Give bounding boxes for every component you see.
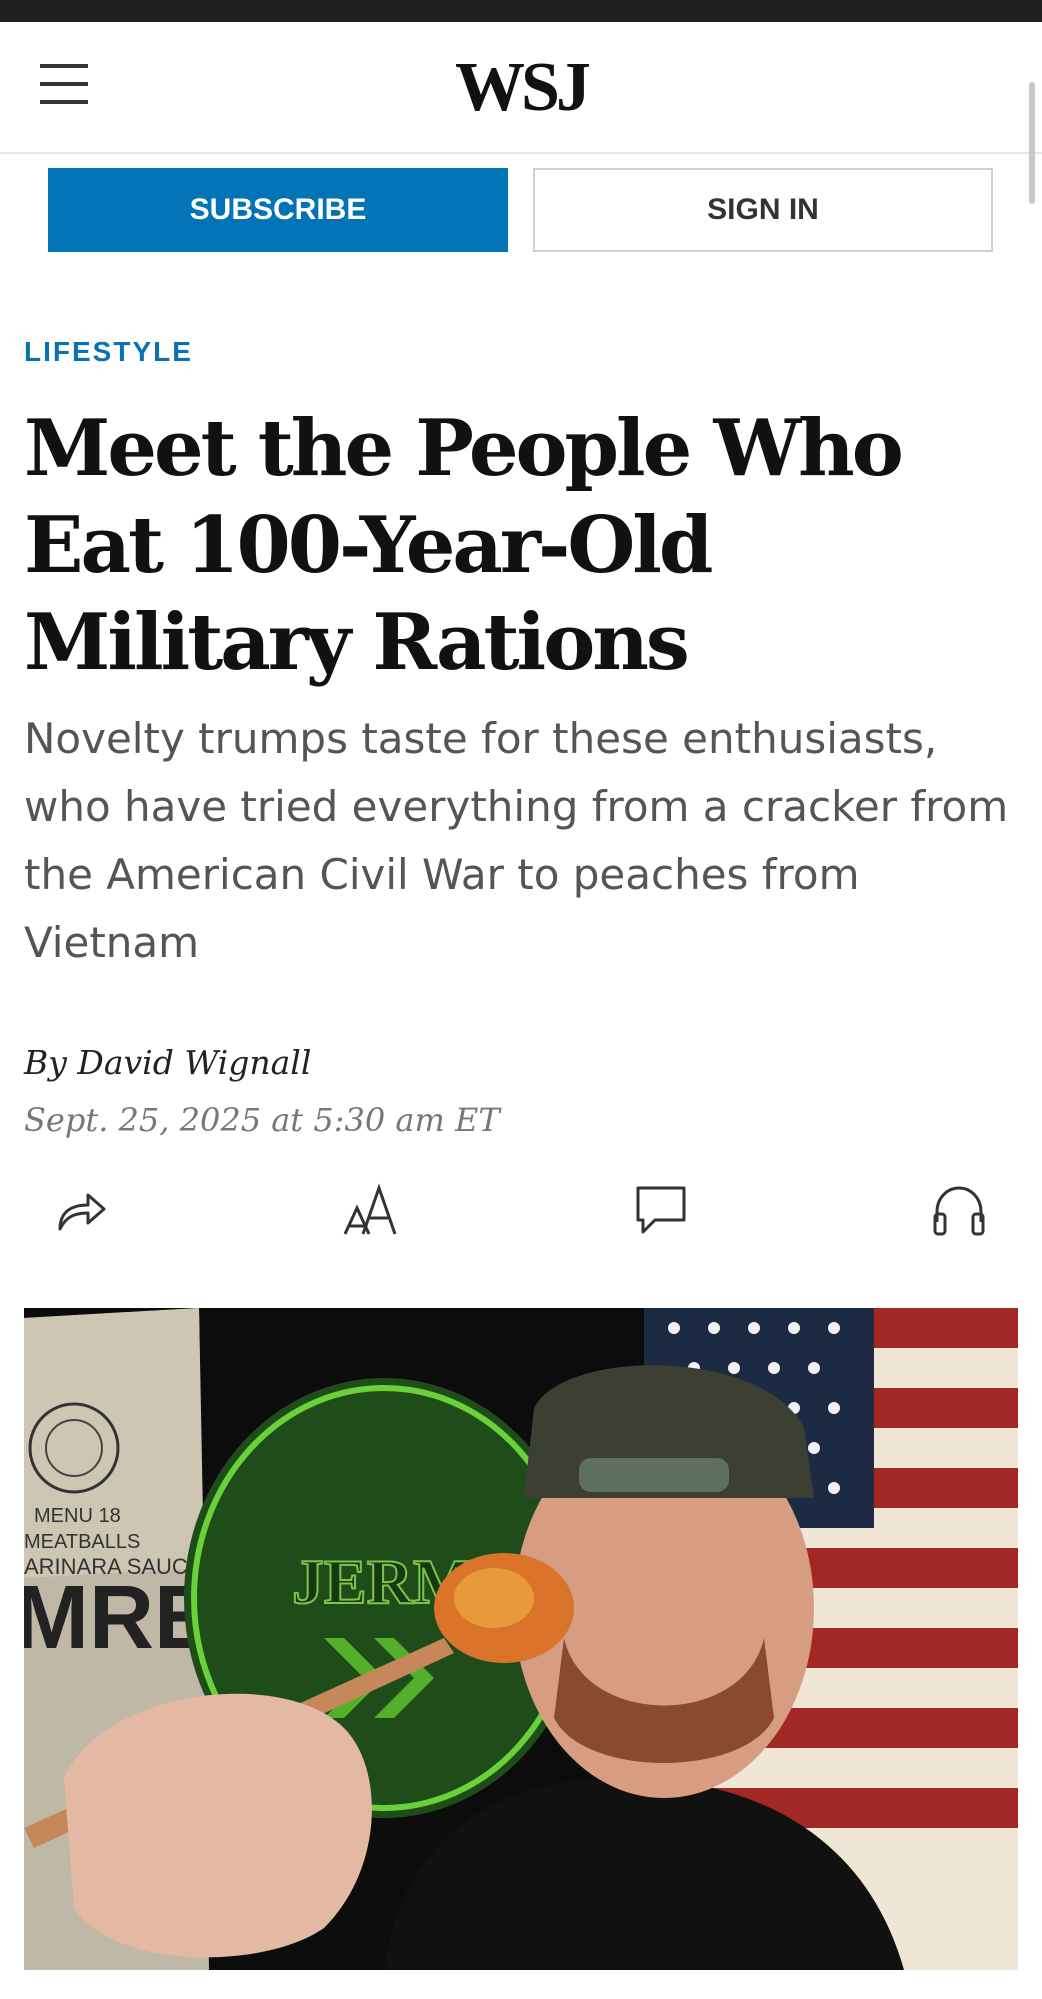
- article-hero-image[interactable]: MENU 18 MEATBALLS ARINARA SAUCE MRE JERM…: [24, 1308, 1018, 1970]
- top-stripe: [0, 0, 1042, 22]
- text-size-icon[interactable]: [336, 1175, 406, 1245]
- article-byline[interactable]: By David Wignall: [24, 1043, 311, 1082]
- package-item-text: MEATBALLS: [24, 1531, 140, 1553]
- comment-icon[interactable]: [626, 1175, 696, 1245]
- scrollbar-thumb[interactable]: [1029, 82, 1035, 204]
- section-label[interactable]: LIFESTYLE: [24, 336, 193, 368]
- package-menu-text: MENU 18: [34, 1505, 121, 1527]
- headphones-icon[interactable]: [924, 1175, 994, 1245]
- article-headline: Meet the People Who Eat 100-Year-Old Mil…: [24, 403, 904, 688]
- sign-in-button[interactable]: SIGN IN: [533, 168, 993, 252]
- share-icon[interactable]: [47, 1175, 117, 1245]
- site-header: WSJ: [0, 22, 1042, 154]
- article-dek: Novelty trumps taste for these enthusias…: [24, 714, 1009, 967]
- wsj-logo[interactable]: WSJ: [0, 48, 1042, 128]
- article-date: Sept. 25, 2025 at 5:30 am ET: [24, 1101, 500, 1139]
- subscribe-button[interactable]: SUBSCRIBE: [48, 168, 508, 252]
